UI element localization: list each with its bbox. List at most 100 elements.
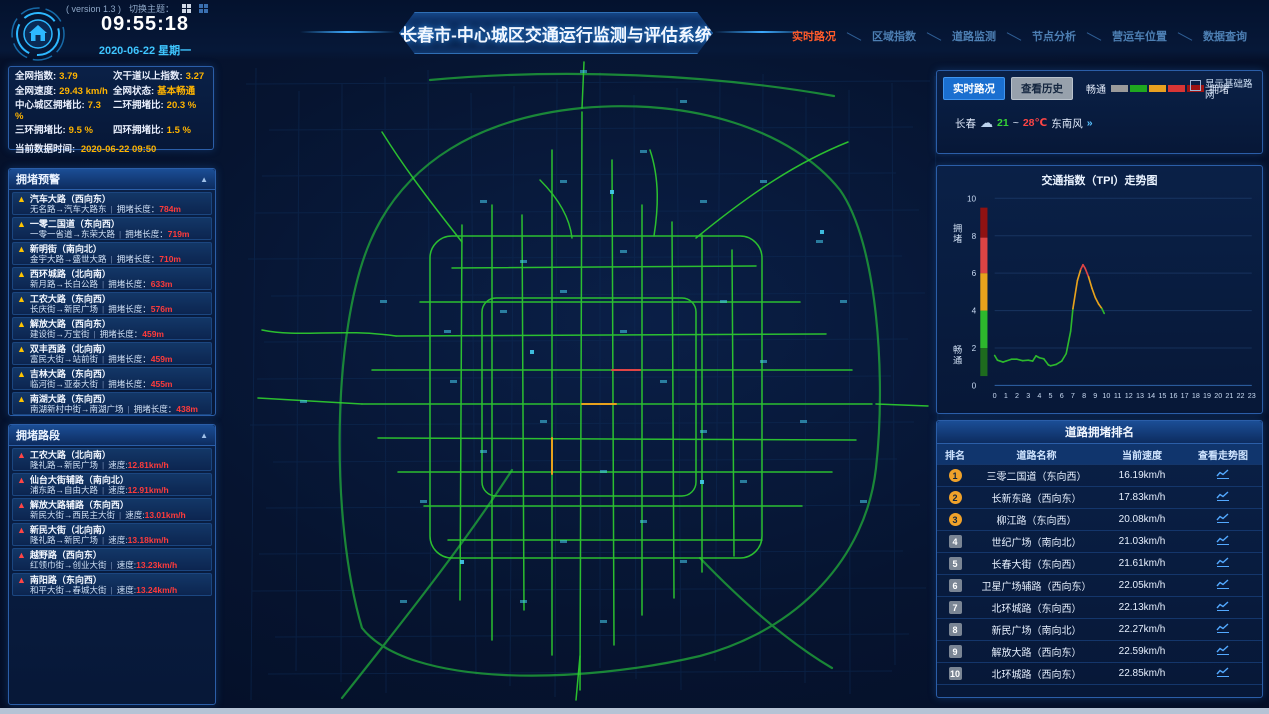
rank-badge: 5 <box>949 557 962 570</box>
view-trend-cell[interactable] <box>1184 666 1262 681</box>
alert-road-name: 解放大路辅路（东向西） <box>30 500 129 510</box>
alert-segment: 一零一省道→东荣大路 <box>30 229 115 239</box>
current-speed: 22.85km/h <box>1100 668 1184 679</box>
trend-chart-icon[interactable] <box>1215 578 1231 590</box>
table-row[interactable]: 2长新东路（西向东）17.83km/h <box>937 487 1262 509</box>
road-name: 新民广场（南向北） <box>973 622 1100 637</box>
separator: | <box>119 229 121 239</box>
svg-text:5: 5 <box>1049 391 1053 400</box>
collapse-icon[interactable]: ▲ <box>200 175 208 184</box>
alert-metric-label: 拥堵长度： <box>134 404 177 414</box>
separator: | <box>94 329 96 339</box>
trend-chart-icon[interactable] <box>1215 490 1231 502</box>
warning-triangle-icon: ▲ <box>17 295 26 304</box>
basemap-checkbox[interactable] <box>1190 80 1201 91</box>
separator: | <box>102 485 104 495</box>
congested-roads-panel: 拥堵路段 ▲ ▲工农大路（北向南）隆礼路→新民广场|速度:12.81km/h▲仙… <box>8 424 216 705</box>
nav-tab-2[interactable]: 区域指数 <box>862 28 926 44</box>
alert-item[interactable]: ▲工农大路（东向西）长庆街→新民广场|拥堵长度：576m <box>12 292 212 315</box>
trend-chart-icon[interactable] <box>1215 622 1231 634</box>
alert-metric-value: 13.24km/h <box>136 585 177 595</box>
alert-item[interactable]: ▲南阳路（东向西）和平大街→春城大街|速度:13.24km/h <box>12 573 212 596</box>
congestion-panel-title: 拥堵路段 <box>16 427 60 443</box>
nav-tab-5[interactable]: 营运车位置 <box>1102 28 1177 44</box>
view-trend-cell[interactable] <box>1184 578 1262 593</box>
view-trend-cell[interactable] <box>1184 644 1262 659</box>
current-speed: 22.59km/h <box>1100 646 1184 657</box>
road-name: 解放大路（西向东） <box>973 644 1100 659</box>
nav-tab-6[interactable]: 数据查询 <box>1193 28 1257 44</box>
table-row[interactable]: 6卫星广场辅路（西向东）22.05km/h <box>937 575 1262 597</box>
tpi-trend-panel: 交通指数（TPI）走势图 024681001234567891011121314… <box>936 165 1263 414</box>
alert-item[interactable]: ▲新明街（南向北）金宇大路→盛世大路|拥堵长度：710m <box>12 242 212 265</box>
view-trend-cell[interactable] <box>1184 600 1262 615</box>
table-row[interactable]: 10北环城路（西向东）22.85km/h <box>937 663 1262 685</box>
alert-item[interactable]: ▲越野路（西向东）红领巾街→创业大街|速度:13.23km/h <box>12 548 212 571</box>
rank-badge: 3 <box>949 513 962 526</box>
alert-item[interactable]: ▲汽车大路（西向东）无名路→汽车大路东|拥堵长度：784m <box>12 192 212 215</box>
stat-value: 基本畅通 <box>157 86 195 97</box>
alert-item[interactable]: ▲解放大路辅路（东向西）新民大街→西民主大街|速度:13.01km/h <box>12 498 212 521</box>
trend-chart-icon[interactable] <box>1215 534 1231 546</box>
road-name: 北环城路（东向西） <box>973 600 1100 615</box>
table-row[interactable]: 5长春大街（东向西）21.61km/h <box>937 553 1262 575</box>
view-trend-cell[interactable] <box>1184 556 1262 571</box>
trend-chart-icon[interactable] <box>1215 666 1231 678</box>
home-icon[interactable] <box>10 6 66 62</box>
alert-item[interactable]: ▲西环城路（北向南）新月路→长白公路|拥堵长度：633m <box>12 267 212 290</box>
view-trend-cell[interactable] <box>1184 534 1262 549</box>
alert-item[interactable]: ▲吉林大路（东向西）临河街→亚泰大街|拥堵长度：455m <box>12 367 212 390</box>
alert-item[interactable]: ▲工农大路（北向南）隆礼路→新民广场|速度:12.81km/h <box>12 448 212 471</box>
alert-metric-label: 速度: <box>125 510 144 520</box>
alert-segment: 新月路→长白公路 <box>30 279 98 289</box>
view-trend-cell[interactable] <box>1184 468 1262 483</box>
view-trend-cell[interactable] <box>1184 490 1262 505</box>
alert-metric-label: 拥堵长度： <box>100 329 143 339</box>
weather-more-icon[interactable]: » <box>1087 117 1093 129</box>
current-speed: 21.03km/h <box>1100 536 1184 547</box>
stat-label: 四环拥堵比: <box>113 125 164 136</box>
svg-text:9: 9 <box>1093 391 1097 400</box>
table-row[interactable]: 3柳江路（东向西）20.08km/h <box>937 509 1262 531</box>
stat-item: 中心城区拥堵比:7.3 % <box>15 101 109 122</box>
table-row[interactable]: 9解放大路（西向东）22.59km/h <box>937 641 1262 663</box>
alert-metric-value: 13.01km/h <box>145 510 186 520</box>
realtime-traffic-button[interactable]: 实时路况 <box>943 77 1005 100</box>
separator: | <box>102 379 104 389</box>
nav-tab-4[interactable]: 节点分析 <box>1022 28 1086 44</box>
theme-dark-icon[interactable] <box>199 4 208 13</box>
alert-item[interactable]: ▲解放大路（西向东）建设街→万宝街|拥堵长度：459m <box>12 317 212 340</box>
table-row[interactable]: 7北环城路（东向西）22.13km/h <box>937 597 1262 619</box>
theme-light-icon[interactable] <box>182 4 191 13</box>
trend-chart-icon[interactable] <box>1215 468 1231 480</box>
alert-segment: 隆礼路→新民广场 <box>30 460 98 470</box>
separator: | <box>102 279 104 289</box>
collapse-icon[interactable]: ▲ <box>200 431 208 440</box>
trend-chart-icon[interactable] <box>1215 556 1231 568</box>
nav-tab-1[interactable]: 实时路况 <box>782 28 846 44</box>
alert-metric-label: 速度: <box>108 535 127 545</box>
view-trend-cell[interactable] <box>1184 512 1262 527</box>
table-row[interactable]: 1三零二国道（东向西）16.19km/h <box>937 465 1262 487</box>
data-time-label: 当前数据时间: <box>15 144 75 155</box>
view-trend-cell[interactable] <box>1184 622 1262 637</box>
alert-segment: 无名路→汽车大路东 <box>30 204 107 214</box>
trend-chart-icon[interactable] <box>1215 644 1231 656</box>
page-title: 长春市-中心城区交通运行监测与评估系统 <box>400 21 712 46</box>
table-row[interactable]: 8新民广场（南向北）22.27km/h <box>937 619 1262 641</box>
trend-chart-icon[interactable] <box>1215 600 1231 612</box>
svg-text:10: 10 <box>967 194 977 203</box>
nav-tab-3[interactable]: 道路监测 <box>942 28 1006 44</box>
alert-item[interactable]: ▲仙台大街辅路（南向北）浦东路→自由大路|速度:12.91km/h <box>12 473 212 496</box>
tpi-line-chart: 0246810012345678910111213141516171819202… <box>937 188 1258 406</box>
weather-row[interactable]: 长春 ☁ 21 ~ 28℃ 东南风 » <box>955 115 1093 131</box>
table-row[interactable]: 4世纪广场（南向北）21.03km/h <box>937 531 1262 553</box>
alert-item[interactable]: ▲新民大街（北向南）隆礼路→新民广场|速度:13.18km/h <box>12 523 212 546</box>
alert-road-name: 仙台大街辅路（南向北） <box>30 475 129 485</box>
view-history-button[interactable]: 查看历史 <box>1011 77 1073 100</box>
alert-item[interactable]: ▲双丰西路（北向南）富民大街→站前街|拥堵长度：459m <box>12 342 212 365</box>
trend-chart-icon[interactable] <box>1215 512 1231 524</box>
alert-item[interactable]: ▲一零二国道（东向西）一零一省道→东荣大路|拥堵长度：719m <box>12 217 212 240</box>
alert-segment: 新民大街→西民主大街 <box>30 510 115 520</box>
alert-item[interactable]: ▲南湖大路（东向西）南湖新村中街→南湖广场|拥堵长度：438m <box>12 392 212 415</box>
